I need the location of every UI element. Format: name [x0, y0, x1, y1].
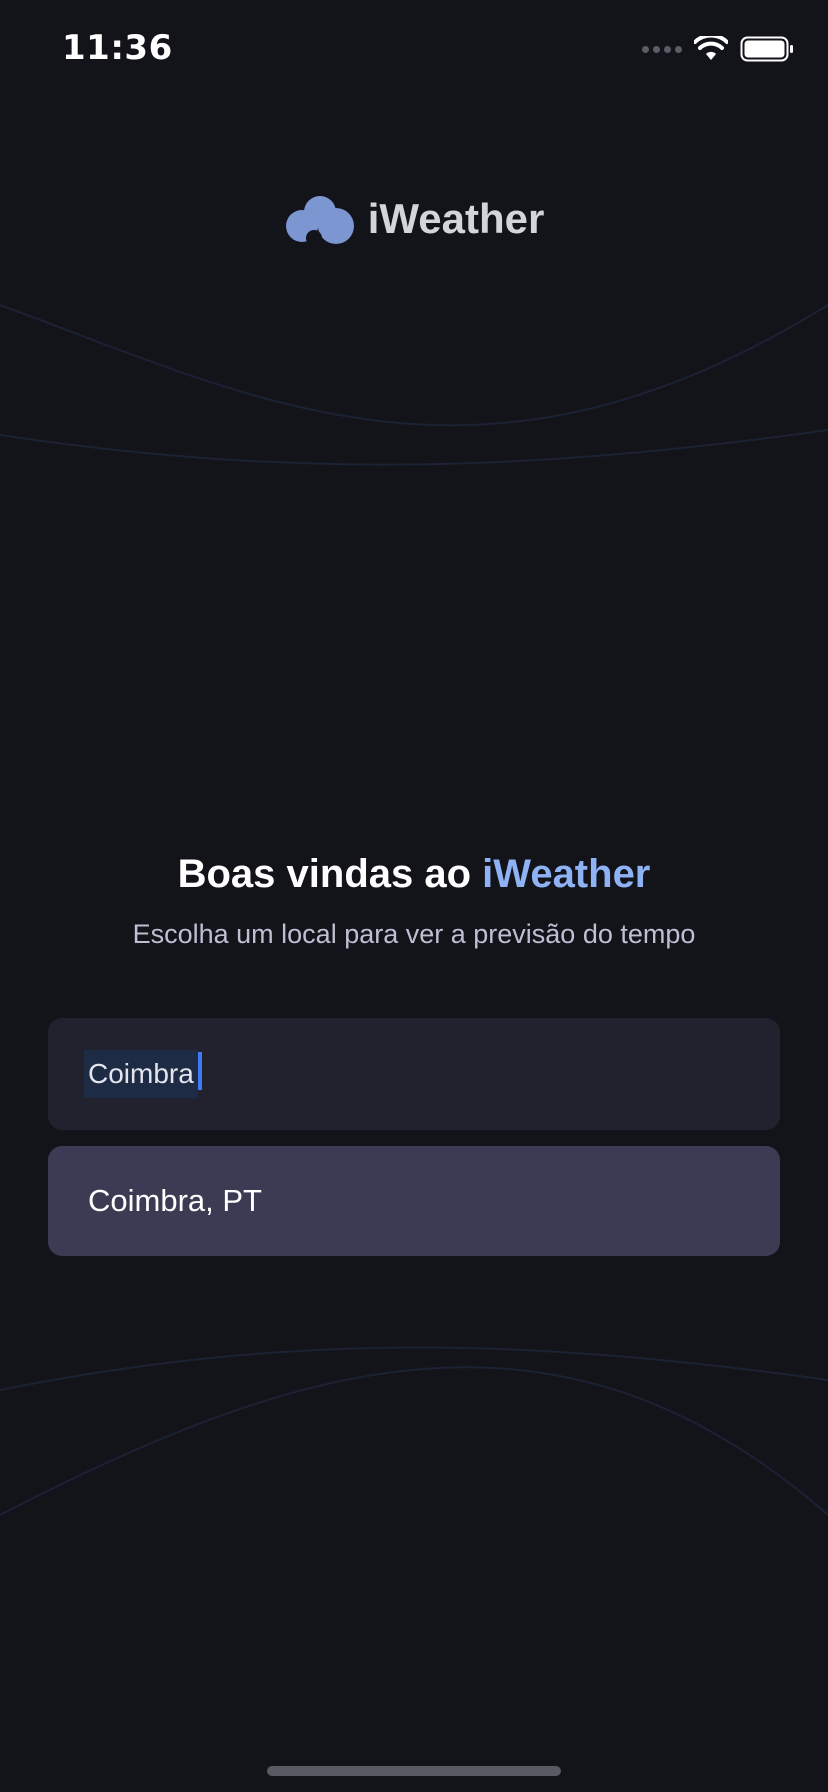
wifi-icon: [694, 36, 728, 60]
welcome-section: Boas vindas ao iWeather Escolha um local…: [0, 852, 828, 950]
text-caret: [197, 1052, 202, 1090]
welcome-title-prefix: Boas vindas ao: [177, 852, 483, 896]
search-input[interactable]: Coimbra: [48, 1018, 780, 1130]
cloud-icon: [285, 196, 354, 244]
home-indicator[interactable]: [267, 1766, 561, 1776]
welcome-subtitle: Escolha um local para ver a previsão do …: [132, 919, 696, 949]
app-screen: 11:36 iWeather Boas vindas ao iWeather E…: [0, 0, 828, 1792]
search-input-value[interactable]: Coimbra: [84, 1050, 202, 1098]
battery-icon: [740, 36, 793, 62]
suggestion-item[interactable]: Coimbra, PT: [48, 1146, 780, 1256]
welcome-title: Boas vindas ao iWeather: [0, 852, 828, 897]
logo-text: iWeather: [367, 195, 545, 242]
status-time: 11:36: [62, 28, 173, 68]
welcome-title-brand: iWeather: [482, 852, 651, 896]
app-logo: iWeather: [0, 194, 828, 244]
cellular-signal-icon: [642, 45, 682, 53]
status-icons: [642, 36, 794, 62]
search-input-text: Coimbra: [88, 1058, 194, 1089]
